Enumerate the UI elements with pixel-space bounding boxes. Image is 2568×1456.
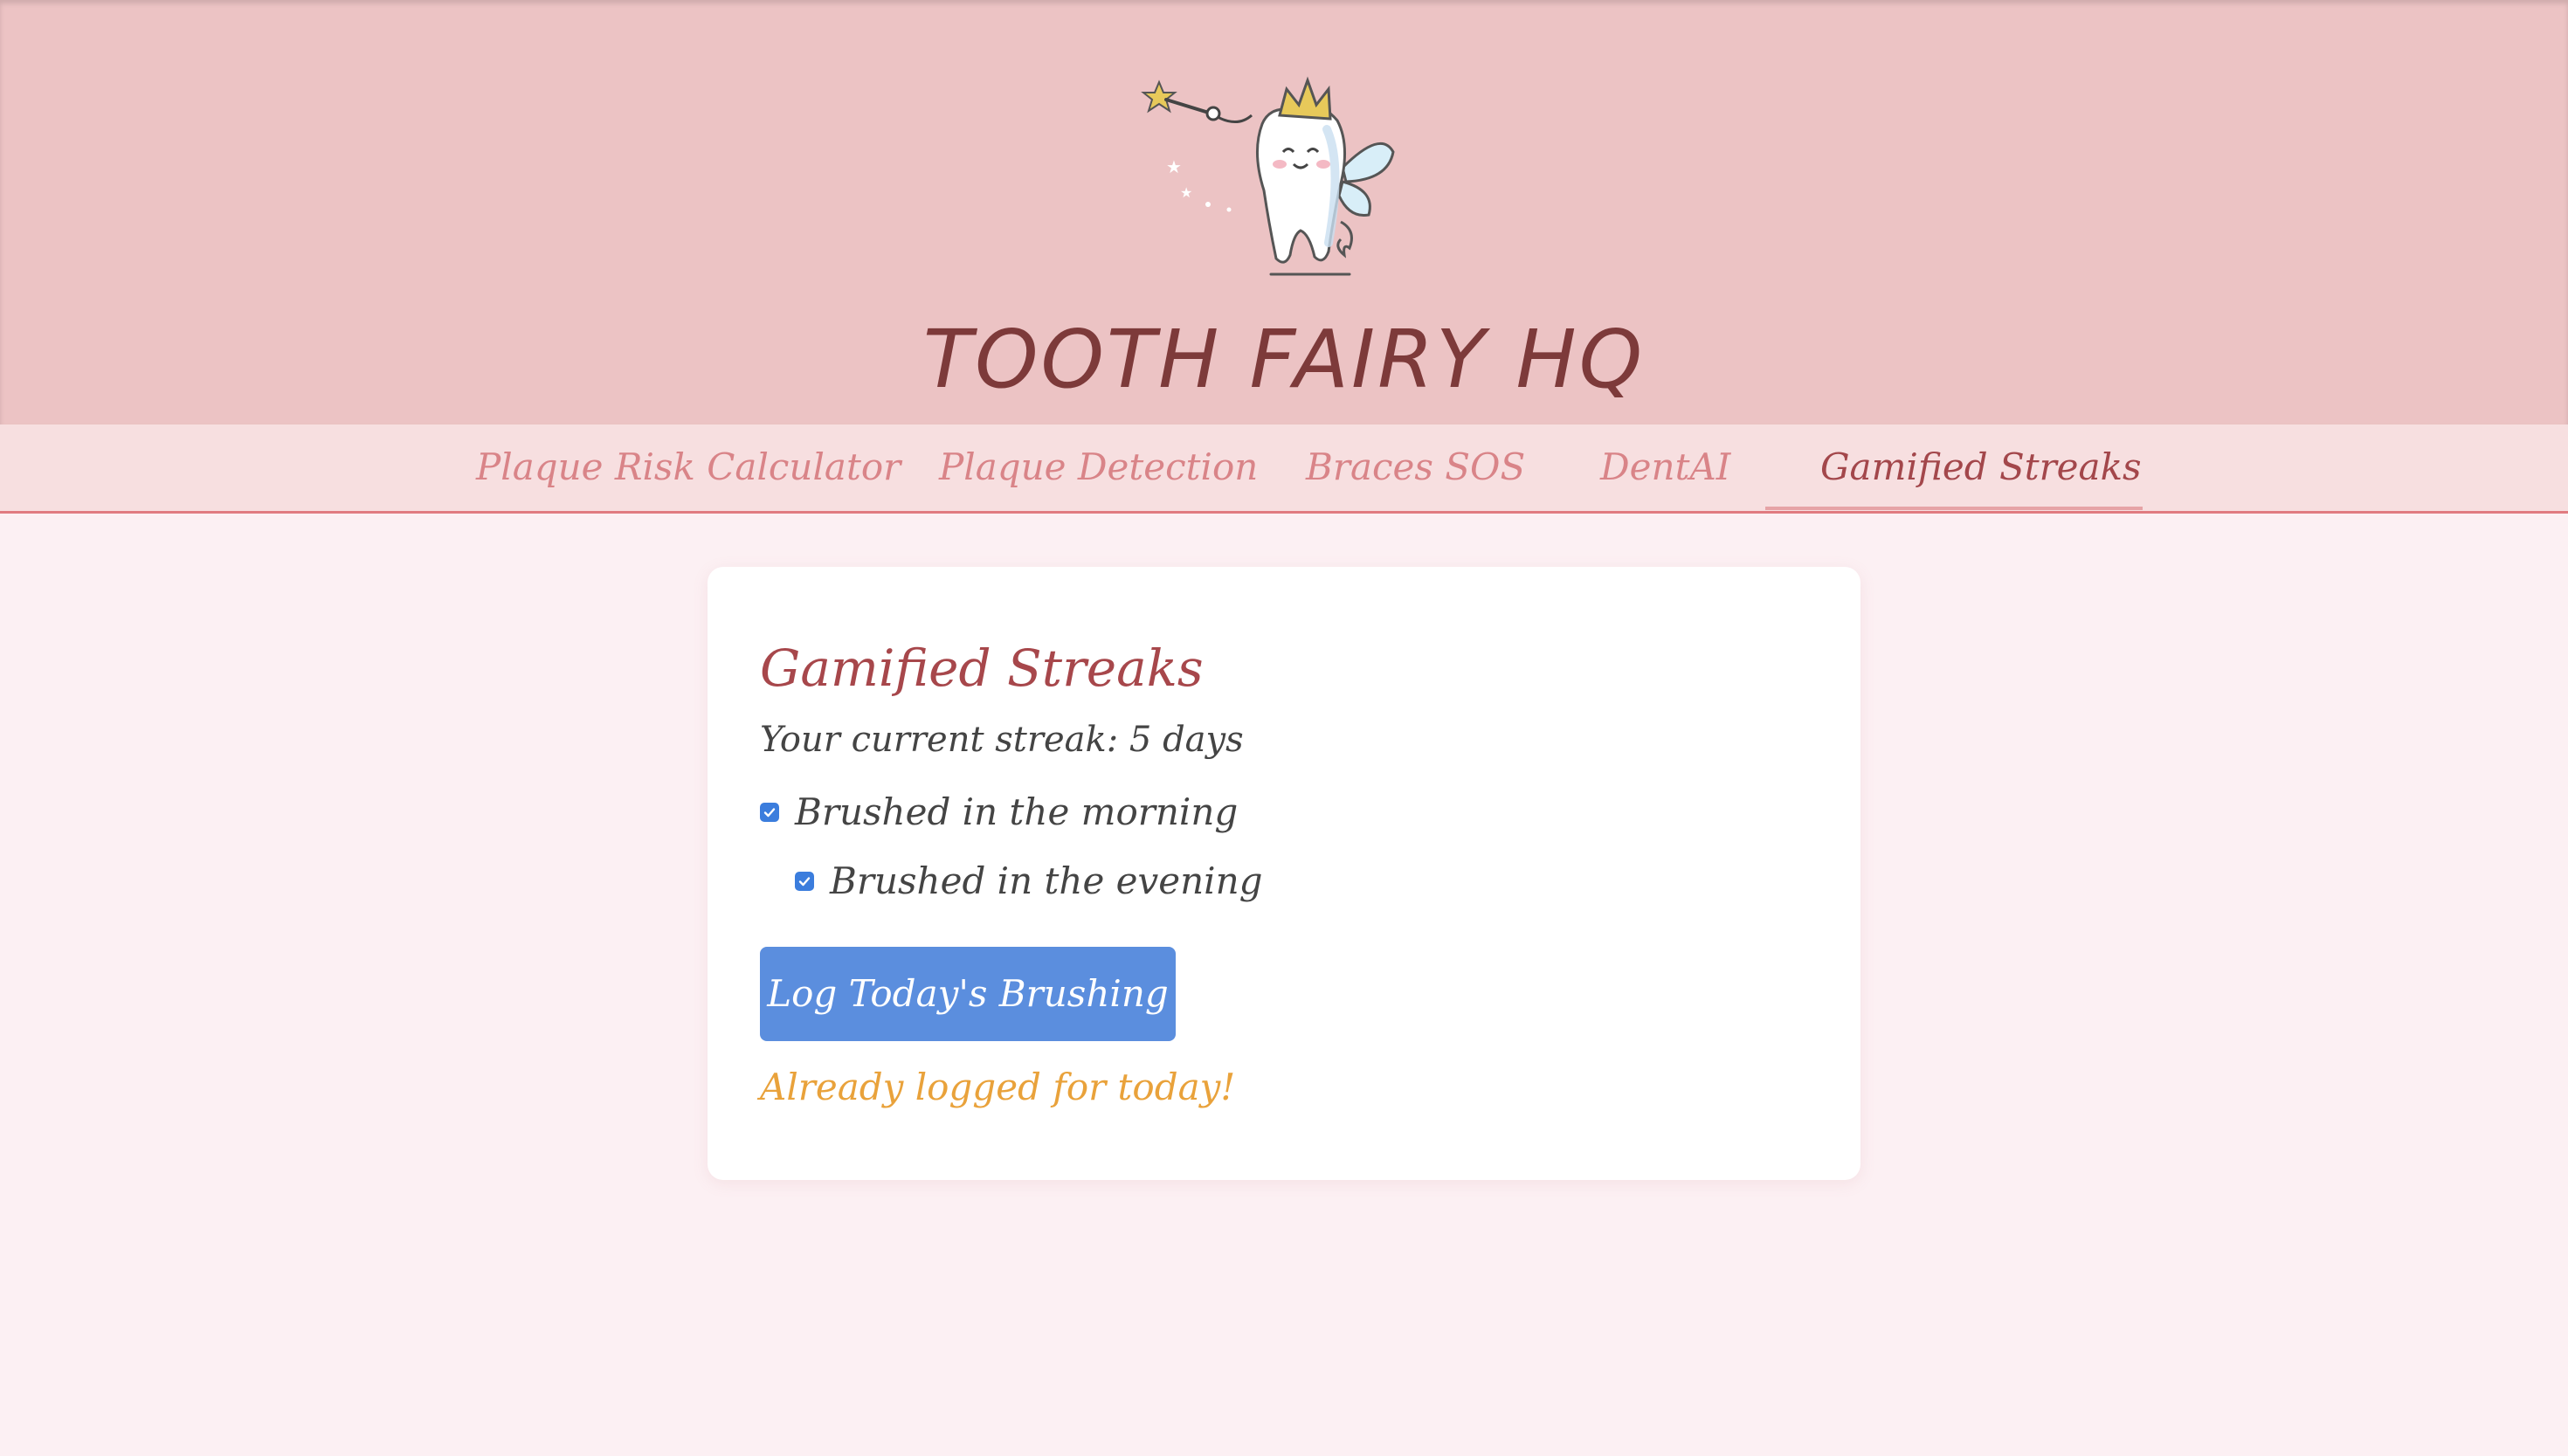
log-brushing-button[interactable]: Log Today's Brushing: [760, 947, 1176, 1041]
evening-check-row: Brushed in the evening: [795, 855, 1263, 907]
tab-plaque-detection[interactable]: Plaque Detection: [939, 424, 1258, 511]
streaks-card: Gamified Streaks Your current streak: 5 …: [708, 567, 1860, 1180]
main-nav: Plaque Risk Calculator Plaque Detection …: [0, 424, 2568, 514]
header: ★ ★ TOOTH FAIRY HQ: [0, 0, 2568, 424]
morning-check-row: Brushed in the morning: [760, 786, 1238, 838]
checkmark-icon: [798, 877, 811, 887]
svg-text:★: ★: [1166, 156, 1182, 177]
svg-text:★: ★: [1180, 184, 1192, 201]
checkmark-icon: [763, 808, 776, 818]
card-title: Gamified Streaks: [760, 638, 1204, 698]
status-message: Already logged for today!: [760, 1066, 1236, 1108]
active-tab-indicator: [1765, 507, 2143, 510]
morning-checkbox[interactable]: [760, 803, 779, 822]
morning-check-label[interactable]: Brushed in the morning: [795, 786, 1238, 838]
tab-braces-sos[interactable]: Braces SOS: [1306, 424, 1525, 511]
streak-count-text: Your current streak: 5 days: [760, 720, 1244, 760]
tooth-fairy-logo-icon: ★ ★: [1141, 76, 1395, 276]
evening-checkbox[interactable]: [795, 872, 814, 891]
tab-gamified-streaks[interactable]: Gamified Streaks: [1820, 424, 2142, 511]
tab-plaque-risk-calculator[interactable]: Plaque Risk Calculator: [476, 424, 901, 511]
site-title: TOOTH FAIRY HQ: [922, 313, 1646, 406]
evening-check-label[interactable]: Brushed in the evening: [830, 855, 1263, 907]
tab-dentai[interactable]: DentAI: [1600, 424, 1730, 511]
